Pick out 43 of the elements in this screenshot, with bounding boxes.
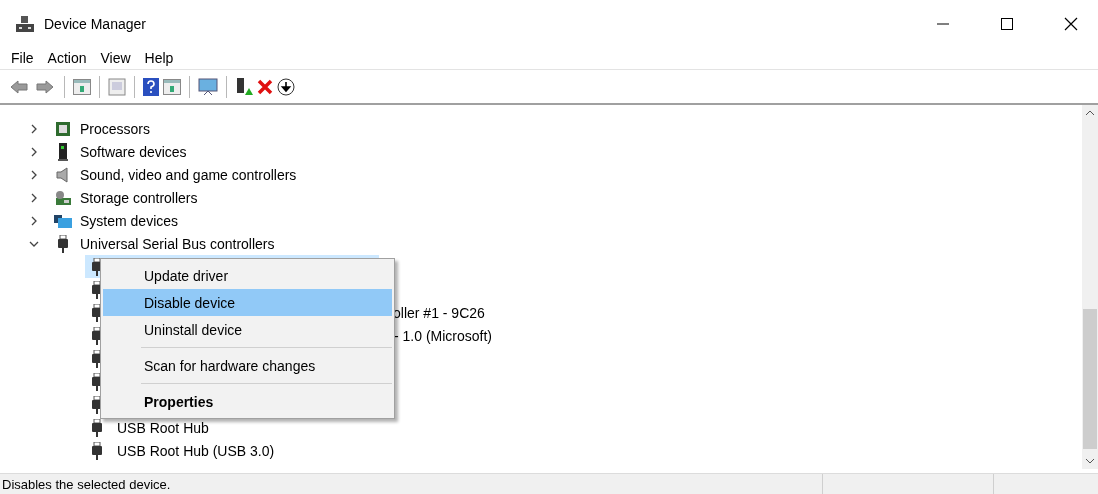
tree-item[interactable]: Processors (80, 120, 151, 137)
scrollbar[interactable] (1082, 105, 1098, 469)
tree-item[interactable]: Sound, video and game controllers (80, 166, 297, 183)
scroll-down-icon[interactable] (1085, 457, 1095, 465)
console-tree-icon[interactable] (73, 78, 91, 95)
status-text: Disables the selected device. (1, 476, 172, 492)
context-menu-item[interactable]: Update driver (103, 262, 392, 289)
usb-plug-icon (92, 418, 102, 437)
close-icon (1064, 16, 1078, 31)
context-menu-item[interactable]: Disable device (103, 289, 392, 316)
scroll-up-icon[interactable] (1085, 109, 1095, 117)
chip-icon (55, 120, 71, 137)
tree-item[interactable]: Software devices (80, 143, 187, 160)
usb-plug-icon (58, 234, 68, 253)
help-icon[interactable] (143, 77, 159, 96)
tree-item[interactable]: - 1.0 (Microsoft) (394, 327, 492, 344)
tree-item[interactable]: Universal Serial Bus controllers (80, 235, 275, 252)
context-menu-item[interactable]: Scan for hardware changes (103, 352, 392, 379)
minimize-icon (937, 22, 949, 25)
menu-item[interactable]: Help (137, 50, 181, 66)
window-title: Device Manager (44, 15, 147, 32)
tower-icon (58, 142, 68, 161)
maximize-icon (1001, 17, 1013, 30)
properties-icon[interactable] (108, 77, 126, 96)
usb-plug-icon (92, 441, 102, 460)
monitor-scan-icon[interactable] (198, 77, 218, 96)
action-pane-icon[interactable] (163, 78, 181, 95)
device-update-icon[interactable] (235, 77, 253, 96)
menu-item[interactable]: Action (40, 50, 94, 66)
context-menu-item[interactable]: Properties (103, 388, 392, 415)
delete-icon[interactable] (257, 78, 273, 95)
monitor-folder-icon (54, 212, 72, 229)
menu-item[interactable]: File (4, 50, 41, 66)
context-menu-item[interactable]: Uninstall device (103, 316, 392, 343)
tree-item[interactable]: USB Root Hub (117, 419, 209, 436)
download-circle-icon[interactable] (277, 77, 295, 96)
tree-item[interactable]: USB Root Hub (USB 3.0) (117, 442, 275, 459)
storage-icon (54, 189, 72, 206)
tree-item[interactable]: Storage controllers (80, 189, 198, 206)
menu-item[interactable]: View (93, 50, 138, 66)
app-icon (16, 15, 34, 32)
tree-item[interactable]: System devices (80, 212, 179, 229)
speaker-icon (56, 166, 70, 183)
